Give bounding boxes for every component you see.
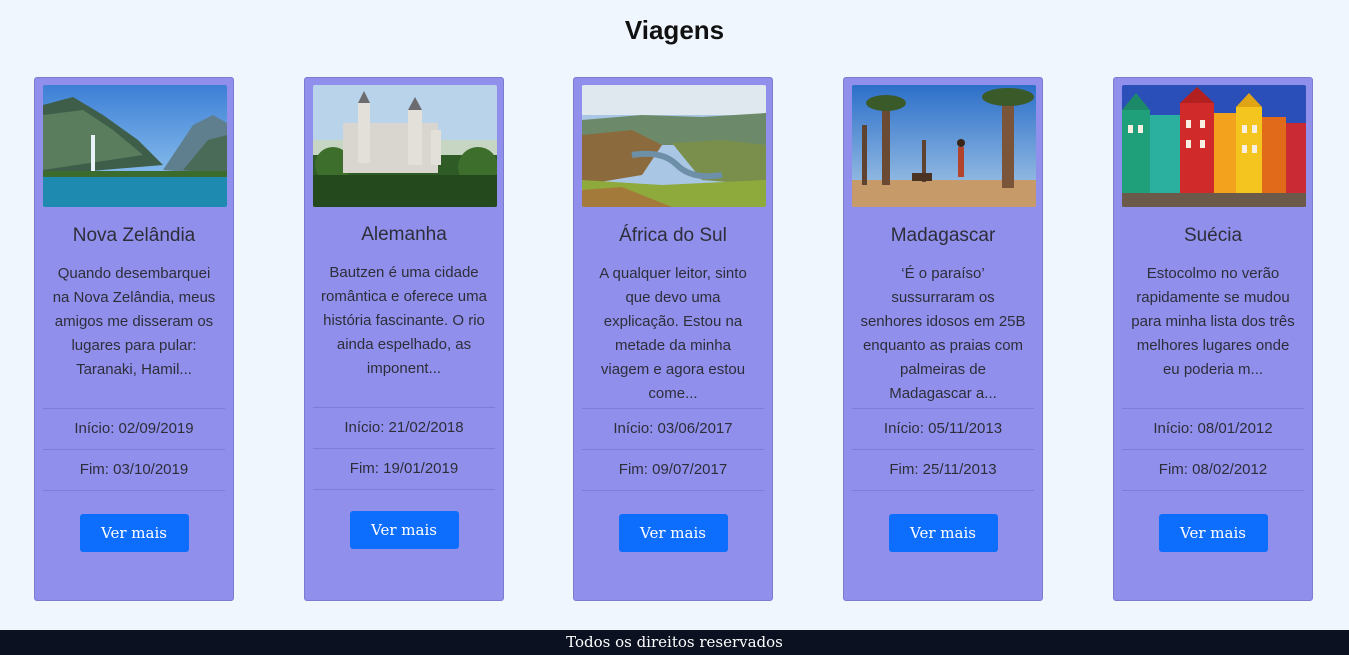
- card-title: África do Sul: [619, 225, 727, 246]
- travel-card-suecia: Suécia Estocolmo no verão rapidamente se…: [1113, 77, 1313, 601]
- ver-mais-button[interactable]: Ver mais: [79, 514, 189, 552]
- travel-card-madagascar: Madagascar ‘É o paraíso’ sussurraram os …: [843, 77, 1043, 601]
- colorful-houses-photo: [1122, 85, 1306, 207]
- card-description: Quando desembarquei na Nova Zelândia, me…: [52, 265, 216, 378]
- footer: Todos os direitos reservados: [0, 630, 1349, 655]
- travel-cards: Nova Zelândia Quando desembarquei na Nov…: [0, 77, 1349, 603]
- card-end-date: Fim: 03/10/2019: [43, 449, 225, 491]
- castle-photo: [313, 85, 497, 207]
- card-end-date: Fim: 19/01/2019: [313, 448, 495, 490]
- card-description: Bautzen é uma cidade romântica e oferece…: [321, 264, 487, 377]
- card-end-date: Fim: 25/11/2013: [852, 449, 1034, 491]
- card-title: Suécia: [1183, 225, 1243, 246]
- ver-mais-button[interactable]: Ver mais: [349, 511, 459, 549]
- card-title: Alemanha: [361, 224, 447, 245]
- card-start-date: Início: 02/09/2019: [43, 408, 225, 449]
- card-description: A qualquer leitor, sinto que devo uma ex…: [599, 265, 747, 402]
- card-start-date: Início: 08/01/2012: [1122, 408, 1304, 449]
- ver-mais-button[interactable]: Ver mais: [888, 514, 998, 552]
- travel-card-alemanha: Alemanha Bautzen é uma cidade romântica …: [304, 77, 504, 601]
- baobab-photo: [852, 85, 1036, 207]
- card-start-date: Início: 21/02/2018: [313, 407, 495, 448]
- ver-mais-button[interactable]: Ver mais: [1158, 514, 1268, 552]
- page-title: Viagens: [624, 15, 725, 45]
- card-title: Madagascar: [890, 225, 996, 246]
- card-start-date: Início: 03/06/2017: [582, 408, 764, 449]
- travel-card-africa-do-sul: África do Sul A qualquer leitor, sinto q…: [573, 77, 773, 601]
- card-description: Estocolmo no verão rapidamente se mudou …: [1131, 265, 1295, 378]
- card-start-date: Início: 05/11/2013: [852, 408, 1034, 449]
- ver-mais-button[interactable]: Ver mais: [618, 514, 728, 552]
- travel-card-nova-zelandia: Nova Zelândia Quando desembarquei na Nov…: [34, 77, 234, 601]
- card-end-date: Fim: 08/02/2012: [1122, 449, 1304, 491]
- card-end-date: Fim: 09/07/2017: [582, 449, 764, 491]
- card-title: Nova Zelândia: [72, 225, 196, 246]
- mountain-lake-photo: [43, 85, 227, 207]
- footer-text: Todos os direitos reservados: [566, 633, 783, 651]
- card-description: ‘É o paraíso’ sussurraram os senhores id…: [860, 265, 1026, 402]
- canyon-photo: [582, 85, 766, 207]
